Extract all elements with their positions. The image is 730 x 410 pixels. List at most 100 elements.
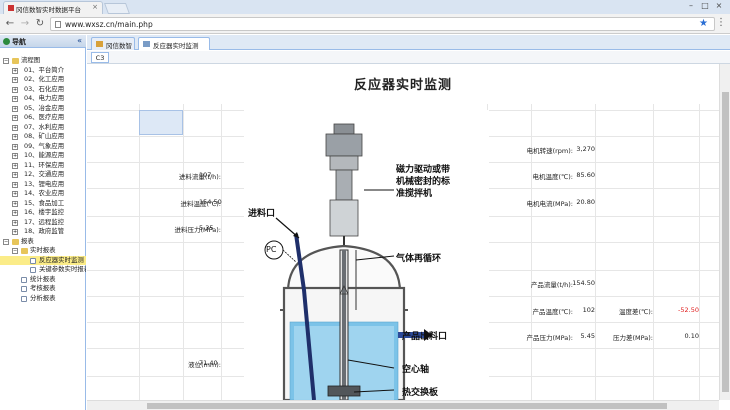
- diagram-label-outlet: 产品出料口: [402, 332, 448, 342]
- window-controls: – □ ×: [684, 1, 726, 10]
- nav-tree-item-label: 报表: [21, 236, 34, 245]
- sheet-tab-bar: C3: [87, 51, 730, 64]
- tab-label: 反应器实时监测: [153, 42, 199, 50]
- maximize-icon[interactable]: □: [698, 1, 712, 10]
- content-tab-strip: 冈信数智 反应器实时监测: [87, 35, 730, 50]
- reactor-diagram-svg: [264, 123, 432, 400]
- collapse-toggle-icon[interactable]: −: [12, 248, 18, 254]
- pressure-diff-label: 压力差(MPa):: [613, 334, 653, 342]
- horizontal-scrollbar[interactable]: [87, 400, 719, 410]
- expand-toggle-icon[interactable]: +: [12, 105, 18, 112]
- expand-toggle-icon[interactable]: +: [12, 191, 18, 197]
- selected-cell[interactable]: [139, 110, 183, 135]
- back-icon[interactable]: ←: [4, 17, 16, 30]
- nav-tree-item[interactable]: +05、冶金应用: [0, 104, 86, 114]
- nav-tree-item-label: 04、电力应用: [24, 94, 65, 102]
- nav-tree-item[interactable]: +14、农业应用: [0, 189, 86, 199]
- vertical-scrollbar[interactable]: [719, 64, 730, 400]
- nav-tree-item-label: 15、食品加工: [24, 198, 65, 207]
- nav-tree-item-label: 13、锂电应用: [24, 179, 65, 188]
- expand-toggle-icon[interactable]: +: [12, 134, 18, 140]
- nav-tree-item[interactable]: +12、交通应用: [0, 170, 86, 180]
- nav-tree-item[interactable]: +08、矿山应用: [0, 132, 86, 142]
- nav-tree-item[interactable]: +10、能源应用: [0, 151, 86, 161]
- vertical-scroll-thumb[interactable]: [722, 92, 729, 392]
- url-text: www.wxsz.cn/main.php: [65, 20, 153, 29]
- expand-toggle-icon[interactable]: +: [12, 162, 18, 169]
- nav-tree-item-label: 01、平台简介: [24, 65, 65, 74]
- nav-tree-item[interactable]: 关键参数实时报表: [0, 265, 86, 275]
- diagram-label-pc: PC: [266, 245, 277, 254]
- expand-toggle-icon[interactable]: +: [12, 86, 18, 93]
- nav-tree-item[interactable]: +11、环保应用: [0, 161, 86, 171]
- nav-tree-item-label: 07、水利应用: [24, 122, 65, 131]
- sheet-tab[interactable]: C3: [91, 52, 109, 63]
- expand-toggle-icon[interactable]: +: [12, 172, 18, 178]
- collapse-icon[interactable]: «: [77, 36, 82, 45]
- param-value: 102: [582, 306, 595, 314]
- nav-tree-item-label: 17、远程监控: [24, 217, 65, 226]
- nav-tree-item[interactable]: − 流程图: [0, 56, 86, 66]
- temp-diff-value: -52.50: [678, 306, 699, 314]
- nav-tree-item[interactable]: +07、水利应用: [0, 123, 86, 133]
- nav-tree-item-label: 16、楼宇监控: [24, 208, 65, 216]
- nav-tree-item[interactable]: +17、远程监控: [0, 218, 86, 228]
- nav-tree-item[interactable]: +04、电力应用: [0, 94, 86, 104]
- close-tab-icon[interactable]: ×: [92, 3, 98, 11]
- nav-tree-item[interactable]: 统计报表: [0, 275, 86, 285]
- browser-tab-title: 冈信数智实时数据平台: [16, 6, 81, 14]
- expand-toggle-icon[interactable]: +: [12, 229, 18, 235]
- nav-tree-item[interactable]: 考核报表: [0, 284, 86, 294]
- expand-toggle-icon[interactable]: +: [12, 115, 18, 121]
- new-tab-button[interactable]: [103, 3, 131, 14]
- param-value: 154.50: [572, 279, 595, 287]
- reload-icon[interactable]: ↻: [34, 17, 46, 30]
- nav-tree-item[interactable]: − 实时报表: [0, 246, 86, 256]
- nav-tree-item[interactable]: 分析报表: [0, 294, 86, 304]
- nav-tree-item[interactable]: +09、气象应用: [0, 142, 86, 152]
- tab-home[interactable]: 冈信数智: [91, 37, 135, 50]
- nav-tree-item[interactable]: +03、石化应用: [0, 85, 86, 95]
- nav-tree-item[interactable]: +06、医疗应用: [0, 113, 86, 123]
- nav-tree-item-label: 分析报表: [30, 293, 56, 302]
- nav-tree-item-label: 11、环保应用: [24, 160, 65, 169]
- expand-toggle-icon[interactable]: +: [12, 181, 18, 188]
- expand-toggle-icon[interactable]: +: [12, 219, 18, 226]
- browser-tab[interactable]: 冈信数智实时数据平台 ×: [3, 1, 103, 14]
- nav-tree-item[interactable]: +01、平台简介: [0, 66, 86, 76]
- report-file-icon: [30, 267, 36, 273]
- param-value: 71.40: [199, 359, 218, 367]
- nav-tree-item[interactable]: 反应器实时监测: [0, 255, 86, 265]
- minimize-icon[interactable]: –: [684, 1, 698, 10]
- nav-tree-item[interactable]: − 报表: [0, 237, 86, 247]
- menu-icon[interactable]: ⋮: [716, 17, 726, 28]
- nav-icon: [3, 38, 10, 45]
- nav-tree-item[interactable]: +16、楼宇监控: [0, 208, 86, 218]
- horizontal-scroll-thumb[interactable]: [147, 403, 667, 409]
- forward-icon[interactable]: →: [19, 17, 31, 30]
- expand-toggle-icon[interactable]: +: [12, 200, 18, 207]
- param-value: 5.35: [199, 224, 214, 232]
- nav-tree-item[interactable]: +13、锂电应用: [0, 180, 86, 190]
- expand-toggle-icon[interactable]: +: [12, 124, 18, 131]
- close-window-icon[interactable]: ×: [712, 1, 726, 10]
- report-file-icon: [21, 295, 27, 302]
- expand-toggle-icon[interactable]: +: [12, 77, 18, 83]
- nav-tree-item[interactable]: +18、政府监管: [0, 227, 86, 237]
- expand-toggle-icon[interactable]: +: [12, 153, 18, 159]
- expand-toggle-icon[interactable]: +: [12, 210, 18, 216]
- url-input[interactable]: www.wxsz.cn/main.php ★: [50, 17, 715, 31]
- collapse-toggle-icon[interactable]: −: [3, 58, 9, 64]
- temp-diff-label: 温度差(℃):: [618, 308, 653, 316]
- nav-tree-item[interactable]: +02、化工应用: [0, 75, 86, 85]
- nav-tree-item-label: 关键参数实时报表: [39, 265, 86, 273]
- tab-reactor-monitor[interactable]: 反应器实时监测: [138, 37, 210, 50]
- bookmark-star-icon[interactable]: ★: [699, 18, 708, 29]
- collapse-toggle-icon[interactable]: −: [3, 238, 9, 245]
- expand-toggle-icon[interactable]: +: [12, 96, 18, 102]
- expand-toggle-icon[interactable]: +: [12, 67, 18, 74]
- report-icon: [143, 41, 150, 47]
- nav-tree-item[interactable]: +15、食品加工: [0, 199, 86, 209]
- expand-toggle-icon[interactable]: +: [12, 143, 18, 150]
- nav-tree-item-label: 12、交通应用: [24, 170, 65, 178]
